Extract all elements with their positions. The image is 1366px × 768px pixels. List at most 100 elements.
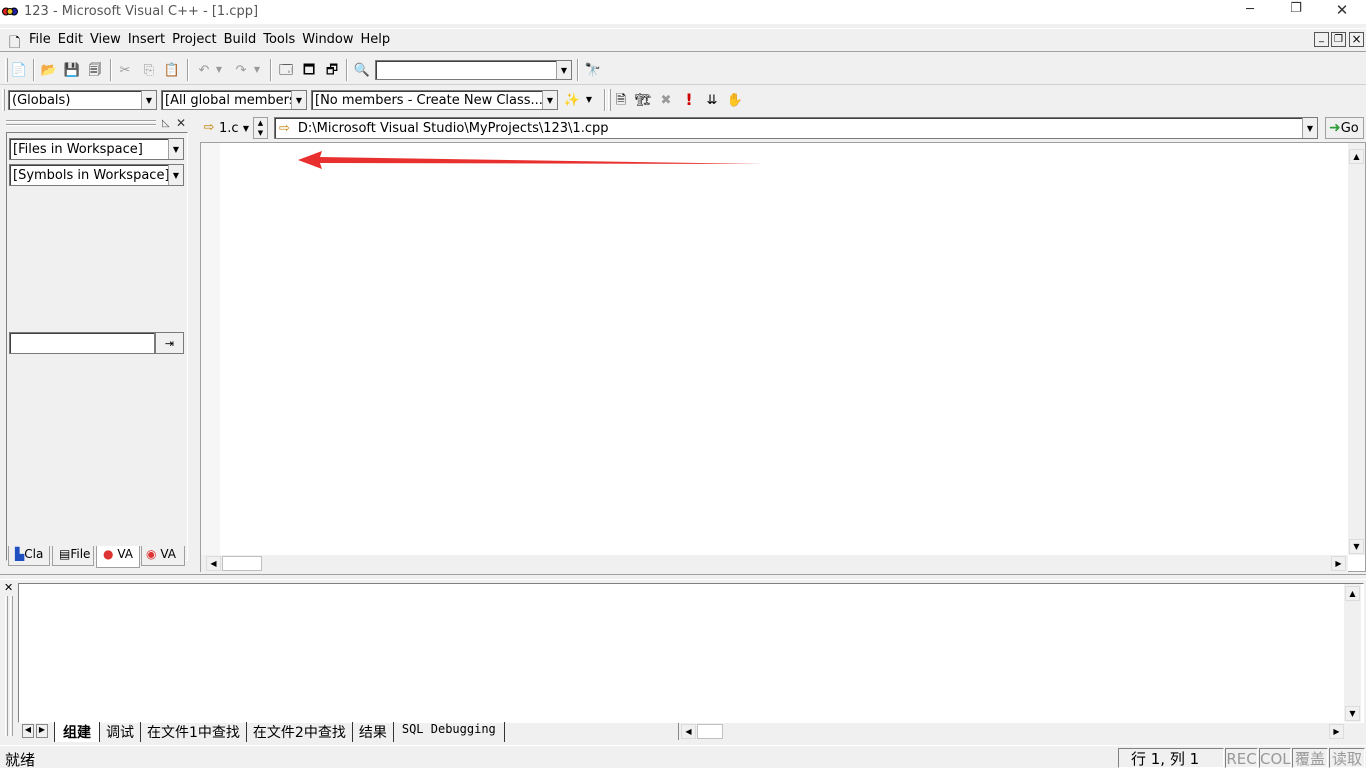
scroll-right-icon[interactable]: ▶ — [1331, 556, 1346, 571]
minimize-icon[interactable]: ─ — [1240, 2, 1260, 20]
status-col: COL — [1259, 748, 1291, 768]
tab-debug[interactable]: 调试 — [99, 722, 140, 742]
window-list-icon[interactable]: 🗗 — [323, 61, 341, 79]
wizard-wand-icon[interactable]: ✨ — [563, 91, 581, 109]
chevron-down-icon[interactable]: ▼ — [1302, 118, 1317, 138]
horizontal-scroll-thumb[interactable] — [222, 556, 262, 571]
spin-down-icon[interactable]: ▼ — [258, 129, 263, 137]
navigation-bar: ⇨ 1.c ▼ ▲ ▼ ⇨ D:\Microsoft Visual Studio… — [196, 115, 1366, 141]
output-vertical-scrollbar[interactable]: ▲ ▼ — [1344, 584, 1361, 722]
paste-icon[interactable]: 📋 — [163, 61, 181, 79]
workspace-search-input[interactable] — [9, 332, 155, 354]
chevron-down-icon[interactable]: ▼ — [141, 91, 156, 109]
menu-edit[interactable]: Edit — [58, 32, 83, 47]
scroll-left-icon[interactable]: ◀ — [206, 556, 221, 571]
mdi-restore-button[interactable]: ❐ — [1331, 32, 1346, 47]
workspace-close-icon[interactable]: ✕ — [176, 116, 186, 130]
find-combo[interactable]: ▼ — [375, 60, 572, 80]
menu-help[interactable]: Help — [361, 32, 391, 47]
menu-insert[interactable]: Insert — [128, 32, 165, 47]
output-close-icon[interactable]: ✕ — [4, 581, 13, 594]
go-button[interactable]: ➜ Go — [1325, 117, 1364, 139]
undo-icon[interactable]: ↶ — [195, 61, 213, 79]
undo-dropdown-icon[interactable]: ▼ — [214, 61, 224, 79]
menu-project[interactable]: Project — [172, 32, 216, 47]
output-window-icon[interactable]: 🗖 — [300, 61, 318, 79]
symbols-in-workspace-combo[interactable]: [Symbols in Workspace] ▼ — [9, 164, 184, 186]
go-debug-icon[interactable]: ⇊ — [703, 91, 721, 109]
save-all-icon[interactable]: 🗐 — [86, 61, 104, 79]
tab-results[interactable]: 结果 — [351, 722, 393, 742]
workspace-content: [Files in Workspace] ▼ [Symbols in Works… — [6, 132, 188, 561]
menu-build[interactable]: Build — [224, 32, 257, 47]
chevron-down-icon[interactable]: ▼ — [168, 165, 183, 185]
output-text-area[interactable]: ▲ ▼ — [18, 583, 1364, 723]
tab-build[interactable]: 组建 — [54, 722, 99, 742]
mdi-close-button[interactable]: × — [1349, 32, 1364, 47]
cut-icon[interactable]: ✂ — [116, 61, 134, 79]
breakpoint-hand-icon[interactable]: ✋ — [726, 91, 744, 109]
workspace-window-icon[interactable]: 🗔 — [277, 61, 295, 79]
status-ready: 就绪 — [5, 751, 36, 768]
menu-tools[interactable]: Tools — [263, 32, 295, 47]
class-combo[interactable]: (Globals) ▼ — [8, 90, 157, 110]
status-overwrite: 覆盖 — [1292, 748, 1328, 768]
menu-view[interactable]: View — [90, 32, 121, 47]
files-in-workspace-combo[interactable]: [Files in Workspace] ▼ — [9, 138, 184, 160]
output-horizontal-scrollbar[interactable]: ◀ ▶ — [678, 723, 1346, 740]
new-text-file-icon[interactable]: 📄 — [10, 61, 28, 79]
tab-classview[interactable]: ▙Cla — [8, 546, 50, 566]
file-nav-combo[interactable]: 1.c ▼ — [216, 118, 252, 138]
chevron-down-icon[interactable]: ▼ — [542, 91, 557, 109]
tab-sql-debugging[interactable]: SQL Debugging — [392, 722, 505, 742]
output-scroll-thumb[interactable] — [697, 724, 723, 739]
save-icon[interactable]: 💾 — [63, 61, 81, 79]
find-in-files-icon[interactable]: 🔍 — [353, 61, 371, 79]
file-nav-spinner[interactable]: ▲ ▼ — [253, 117, 268, 139]
restore-icon[interactable]: ❐ — [1286, 1, 1306, 19]
compile-icon[interactable]: 🗎 — [612, 91, 630, 109]
chevron-down-icon[interactable]: ▼ — [556, 61, 571, 79]
chevron-down-icon[interactable]: ▼ — [168, 139, 183, 159]
redo-icon[interactable]: ↷ — [232, 61, 250, 79]
tab-scroll-right-icon[interactable]: ▶ — [36, 724, 48, 738]
wizard-action-dropdown-icon[interactable]: ▼ — [584, 91, 594, 109]
execute-icon[interactable]: ! — [680, 91, 698, 109]
tab-scroll-left-icon[interactable]: ◀ — [22, 724, 34, 738]
scroll-down-icon[interactable]: ▼ — [1349, 539, 1364, 554]
copy-icon[interactable]: ⎘ — [140, 61, 158, 79]
chevron-down-icon[interactable]: ▼ — [291, 91, 306, 109]
dock-maximize-icon[interactable]: ◺ — [162, 118, 170, 129]
mdi-minimize-button[interactable]: _ — [1314, 32, 1329, 47]
tomato-page-icon: ◉ — [146, 547, 157, 561]
tab-find-in-files-1[interactable]: 在文件1中查找 — [140, 722, 246, 742]
search-binoculars-icon[interactable]: 🔭 — [584, 61, 602, 79]
scroll-left-icon[interactable]: ◀ — [681, 724, 696, 739]
code-editor[interactable]: ▲ ▼ ◀ ▶ — [200, 142, 1366, 572]
menu-file[interactable]: File — [29, 32, 51, 47]
path-combo[interactable]: ⇨ D:\Microsoft Visual Studio\MyProjects\… — [274, 117, 1318, 139]
filter-combo[interactable]: [All global members ▼ — [161, 90, 307, 110]
editor-horizontal-scrollbar[interactable]: ◀ ▶ — [201, 555, 1348, 572]
close-icon[interactable]: ✕ — [1332, 1, 1352, 19]
workspace-search-button[interactable]: ⇥ — [155, 332, 184, 354]
scroll-up-icon[interactable]: ▲ — [1345, 586, 1360, 601]
tab-find-in-files-2[interactable]: 在文件2中查找 — [245, 722, 352, 742]
scroll-right-icon[interactable]: ▶ — [1329, 724, 1344, 739]
members-combo[interactable]: [No members - Create New Class...] ▼ — [311, 90, 558, 110]
editor-vertical-scrollbar[interactable]: ▲ ▼ — [1348, 143, 1365, 555]
tab-va-outline[interactable]: ● VA — [96, 546, 140, 568]
chevron-down-icon[interactable]: ▼ — [240, 118, 252, 138]
stop-build-icon[interactable]: ✖ — [657, 91, 675, 109]
scroll-up-icon[interactable]: ▲ — [1349, 149, 1364, 164]
redo-dropdown-icon[interactable]: ▼ — [252, 61, 262, 79]
build-icon[interactable]: 🏗 — [634, 91, 652, 109]
spin-up-icon[interactable]: ▲ — [258, 119, 263, 127]
tab-va-view[interactable]: ◉ VA — [141, 546, 185, 566]
open-folder-icon[interactable]: 📂 — [40, 61, 58, 79]
arrow-right-icon: ⇨ — [203, 119, 215, 135]
annotation-arrow — [298, 151, 764, 169]
menu-window[interactable]: Window — [302, 32, 353, 47]
tab-fileview[interactable]: ▤File — [52, 546, 94, 566]
scroll-down-icon[interactable]: ▼ — [1345, 706, 1360, 721]
